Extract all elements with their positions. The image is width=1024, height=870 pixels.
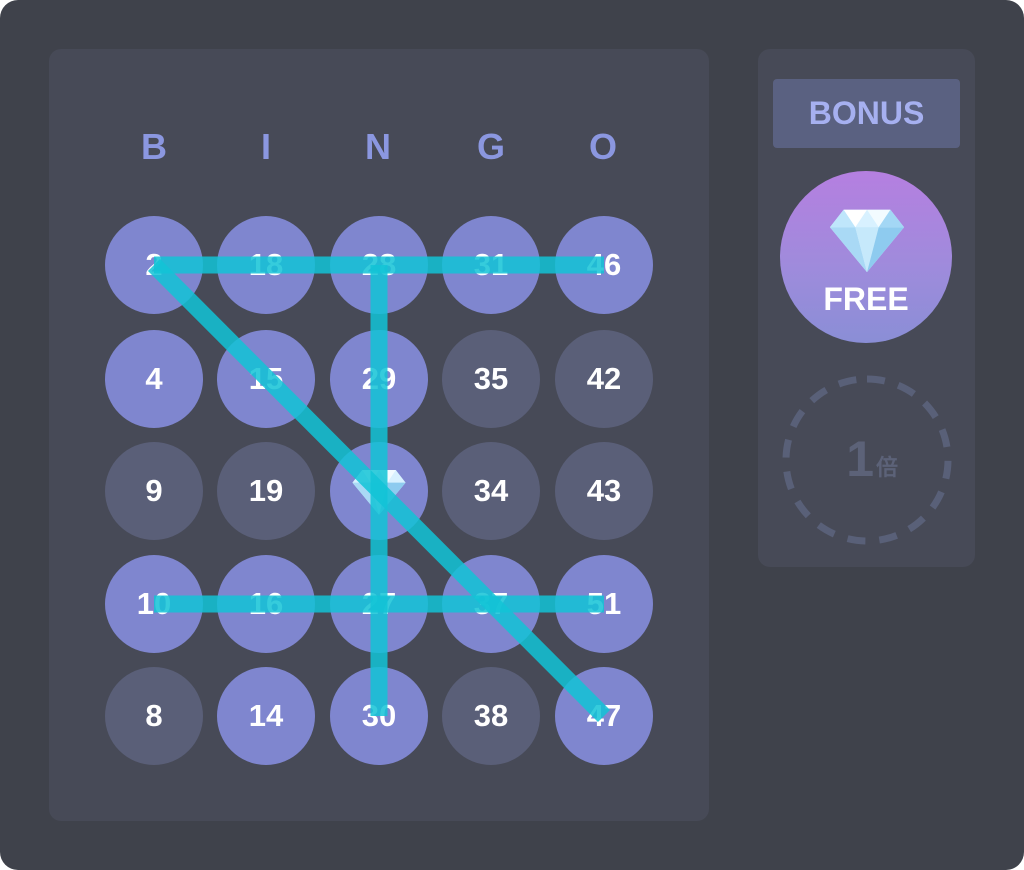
bingo-cell[interactable]: 51 — [555, 555, 653, 653]
bingo-cell[interactable]: 31 — [442, 216, 540, 314]
bonus-label: BONUS — [773, 79, 960, 148]
column-letter-g: G — [476, 126, 505, 167]
column-letter-i: I — [260, 126, 271, 167]
bingo-cell[interactable]: 10 — [105, 555, 203, 653]
bingo-cell[interactable]: 30 — [330, 667, 428, 765]
bingo-cell[interactable]: 28 — [330, 216, 428, 314]
bingo-cell[interactable]: 9 — [105, 442, 203, 540]
bingo-cell[interactable]: 29 — [330, 330, 428, 428]
bingo-cell[interactable]: 42 — [555, 330, 653, 428]
bingo-cell[interactable]: 2 — [105, 216, 203, 314]
multiplier-value: 1 — [846, 431, 874, 487]
column-letter-o: O — [588, 126, 617, 167]
bingo-cell[interactable]: 47 — [555, 667, 653, 765]
bingo-cell[interactable]: 46 — [555, 216, 653, 314]
free-cell[interactable] — [330, 442, 428, 540]
column-letter-b: B — [141, 126, 167, 167]
bingo-cell[interactable]: 16 — [217, 555, 315, 653]
bingo-cell[interactable]: 8 — [105, 667, 203, 765]
bingo-cell[interactable]: 37 — [442, 555, 540, 653]
bingo-cell[interactable]: 43 — [555, 442, 653, 540]
bingo-cell[interactable]: 27 — [330, 555, 428, 653]
bingo-cell[interactable]: 38 — [442, 667, 540, 765]
bingo-cell[interactable]: 4 — [105, 330, 203, 428]
bingo-cell[interactable]: 18 — [217, 216, 315, 314]
diamond-icon — [829, 209, 905, 273]
bingo-cell[interactable]: 14 — [217, 667, 315, 765]
diamond-icon — [352, 470, 406, 515]
bingo-cell[interactable]: 34 — [442, 442, 540, 540]
bingo-cell[interactable]: 19 — [217, 442, 315, 540]
bingo-cell[interactable]: 35 — [442, 330, 540, 428]
bingo-cell[interactable]: 15 — [217, 330, 315, 428]
multiplier-unit: 倍 — [876, 455, 899, 480]
free-label: FREE — [823, 281, 909, 317]
column-letter-n: N — [365, 126, 391, 167]
